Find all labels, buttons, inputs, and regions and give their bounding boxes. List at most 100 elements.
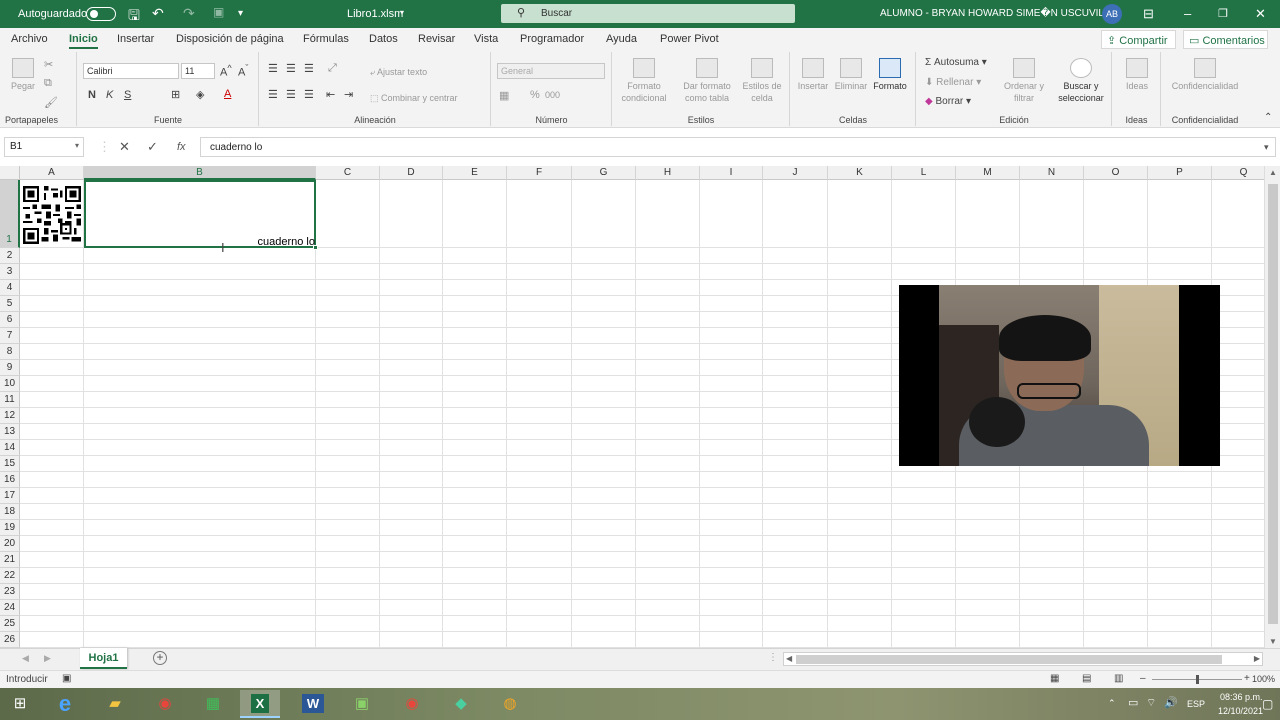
zoom-out-icon[interactable]: – xyxy=(1140,673,1146,684)
currency-icon[interactable]: ▦ xyxy=(499,89,509,102)
row-header-15[interactable]: 15 xyxy=(0,456,20,472)
file-explorer-icon[interactable]: ▰ xyxy=(95,690,135,718)
chrome-profile-icon[interactable]: ◉ xyxy=(392,690,432,718)
insert-cells-button[interactable]: Insertar xyxy=(795,58,831,92)
tab-ayuda[interactable]: Ayuda xyxy=(606,33,637,45)
align-left-icon[interactable]: ☰ xyxy=(268,88,278,101)
language-indicator[interactable]: ESP xyxy=(1187,699,1205,709)
scroll-left-icon[interactable]: ◀ xyxy=(786,654,792,663)
formula-input[interactable]: cuaderno lo xyxy=(200,137,1276,157)
wifi-icon[interactable]: ⌔ xyxy=(1146,696,1156,710)
underline-button[interactable]: S xyxy=(124,89,131,101)
conditional-format-button[interactable]: Formato condicional xyxy=(616,58,672,104)
form-icon[interactable]: ▣ xyxy=(213,5,224,19)
volume-icon[interactable]: 🔊 xyxy=(1164,696,1178,709)
percent-button[interactable]: % xyxy=(530,89,540,101)
cut-icon[interactable]: ✂ xyxy=(44,58,53,71)
column-header-c[interactable]: C xyxy=(316,166,380,180)
copy-icon[interactable]: ⧉ xyxy=(44,77,52,90)
search-box[interactable]: ⚲ Buscar xyxy=(501,4,795,23)
page-break-icon[interactable]: ▥ xyxy=(1114,673,1123,684)
save-icon[interactable]: 🖫 xyxy=(128,5,140,29)
row-header-7[interactable]: 7 xyxy=(0,328,20,344)
column-header-j[interactable]: J xyxy=(763,166,828,180)
row-header-18[interactable]: 18 xyxy=(0,504,20,520)
audio-app-icon[interactable]: ◍ xyxy=(490,690,530,718)
column-header-d[interactable]: D xyxy=(380,166,443,180)
orientation-icon[interactable]: ⤢ xyxy=(328,62,337,75)
row-header-19[interactable]: 19 xyxy=(0,520,20,536)
column-header-i[interactable]: I xyxy=(700,166,763,180)
row-header-26[interactable]: 26 xyxy=(0,632,20,648)
align-middle-icon[interactable]: ☰ xyxy=(286,62,296,75)
row-header-12[interactable]: 12 xyxy=(0,408,20,424)
row-header-1[interactable]: 1 xyxy=(0,180,20,248)
close-icon[interactable]: ✕ xyxy=(1255,6,1266,22)
number-format-select[interactable]: General xyxy=(497,63,605,79)
sensitivity-button[interactable]: Confidencialidad xyxy=(1165,58,1245,92)
insert-function-button[interactable]: fx xyxy=(177,141,186,153)
tray-overflow-icon[interactable]: ⌃ xyxy=(1108,698,1116,709)
delete-cells-button[interactable]: Eliminar xyxy=(833,58,869,92)
column-header-g[interactable]: G xyxy=(572,166,636,180)
network-icon[interactable]: ▭ xyxy=(1128,696,1138,709)
tab-formulas[interactable]: Fórmulas xyxy=(303,33,349,45)
tab-disposicion[interactable]: Disposición de página xyxy=(176,33,284,45)
clock-time[interactable]: 08:36 p.m. xyxy=(1220,692,1263,702)
zoom-level[interactable]: 100% xyxy=(1252,674,1275,684)
zoom-in-icon[interactable]: + xyxy=(1244,673,1250,684)
vertical-scroll-thumb[interactable] xyxy=(1268,184,1278,624)
row-header-9[interactable]: 9 xyxy=(0,360,20,376)
row-header-5[interactable]: 5 xyxy=(0,296,20,312)
customize-qat-icon[interactable]: ▾ xyxy=(238,8,243,19)
chrome-icon[interactable]: ◉ xyxy=(145,690,185,718)
horizontal-scrollbar[interactable]: ◀ ▶ xyxy=(783,652,1263,666)
bold-button[interactable]: N xyxy=(88,89,96,101)
row-header-20[interactable]: 20 xyxy=(0,536,20,552)
avatar[interactable]: AB xyxy=(1102,4,1122,24)
borders-icon[interactable]: ⊞ xyxy=(171,88,180,101)
column-header-q[interactable]: Q xyxy=(1212,166,1264,180)
column-header-h[interactable]: H xyxy=(636,166,700,180)
row-header-8[interactable]: 8 xyxy=(0,344,20,360)
grow-font-icon[interactable]: A^ xyxy=(220,63,232,79)
cell-styles-button[interactable]: Estilos de celda xyxy=(737,58,787,104)
column-header-k[interactable]: K xyxy=(828,166,892,180)
tab-archivo[interactable]: Archivo xyxy=(11,33,48,45)
align-right-icon[interactable]: ☰ xyxy=(304,88,314,101)
edge-legacy-icon[interactable]: e xyxy=(45,690,85,718)
find-select-button[interactable]: Buscar y seleccionar xyxy=(1053,58,1109,104)
share-button[interactable]: ⇪ Compartir xyxy=(1101,30,1176,49)
prev-sheet-icon[interactable]: ◀ xyxy=(22,653,29,664)
align-bottom-icon[interactable]: ☰ xyxy=(304,62,314,75)
undo-icon[interactable]: ↶ xyxy=(152,5,164,22)
format-cells-button[interactable]: Formato xyxy=(870,58,910,92)
tab-vista[interactable]: Vista xyxy=(474,33,498,45)
column-header-o[interactable]: O xyxy=(1084,166,1148,180)
minimize-icon[interactable]: – xyxy=(1184,6,1191,21)
row-header-24[interactable]: 24 xyxy=(0,600,20,616)
column-header-p[interactable]: P xyxy=(1148,166,1212,180)
column-header-b[interactable]: B xyxy=(84,166,316,180)
shrink-font-icon[interactable]: Aˇ xyxy=(238,63,248,79)
sheet-tab-hoja1[interactable]: Hoja1 xyxy=(80,648,127,669)
font-size-select[interactable]: 11 xyxy=(181,63,215,79)
column-header-e[interactable]: E xyxy=(443,166,507,180)
next-sheet-icon[interactable]: ▶ xyxy=(44,653,51,664)
merge-center-button[interactable]: ⬚ Combinar y centrar xyxy=(370,92,458,104)
zoom-slider-thumb[interactable] xyxy=(1196,675,1199,684)
word-icon[interactable]: W xyxy=(293,690,333,718)
autosum-button[interactable]: Σ Autosuma ▾ xyxy=(925,57,987,68)
horizontal-scroll-thumb[interactable] xyxy=(796,655,1222,664)
row-header-22[interactable]: 22 xyxy=(0,568,20,584)
row-header-11[interactable]: 11 xyxy=(0,392,20,408)
paste-button[interactable]: Pegar xyxy=(9,58,37,92)
column-header-f[interactable]: F xyxy=(507,166,572,180)
redo-icon[interactable]: ↷ xyxy=(183,5,195,22)
format-as-table-button[interactable]: Dar formato como tabla xyxy=(679,58,735,104)
vertical-scrollbar[interactable]: ▲ ▼ xyxy=(1264,166,1280,648)
row-header-6[interactable]: 6 xyxy=(0,312,20,328)
font-name-select[interactable]: Calibri xyxy=(83,63,179,79)
align-top-icon[interactable]: ☰ xyxy=(268,62,278,75)
page-layout-icon[interactable]: ▤ xyxy=(1082,673,1091,684)
